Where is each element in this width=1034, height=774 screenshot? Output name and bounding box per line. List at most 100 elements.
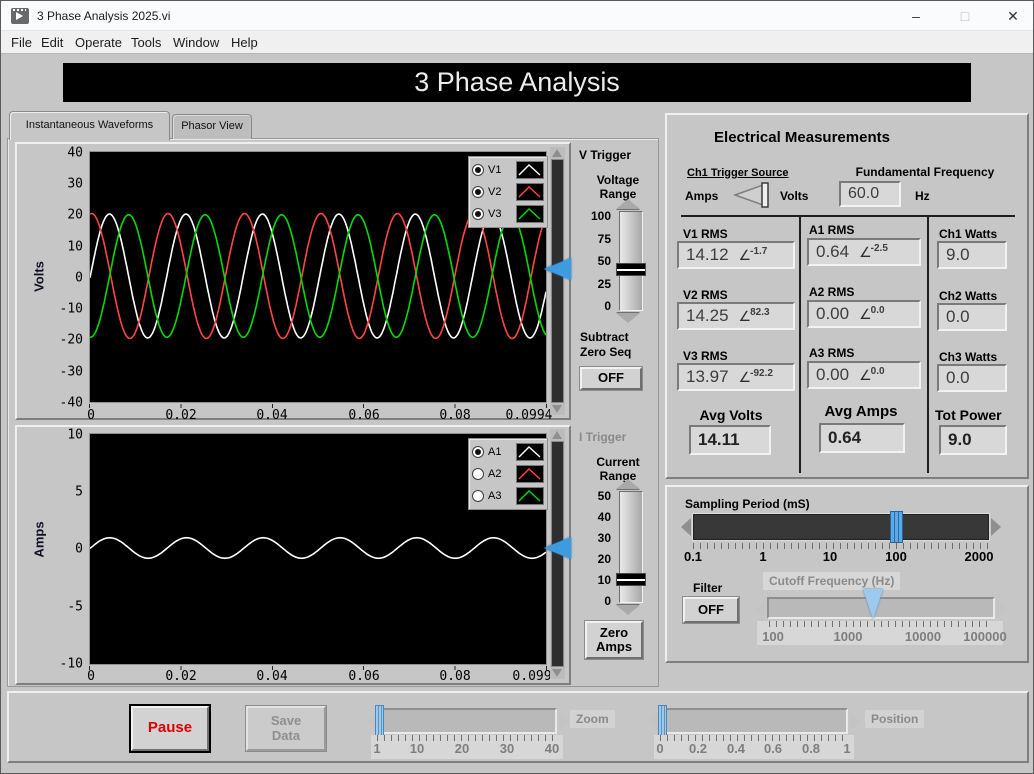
- menu-help[interactable]: Help: [227, 34, 262, 51]
- amps-trigger-level-arrow[interactable]: [544, 537, 571, 559]
- a1-visible-radio[interactable]: [472, 446, 484, 458]
- sampling-tick: 2000: [965, 549, 994, 564]
- amps-xtick: 0.02: [165, 669, 196, 684]
- a2-line-sample[interactable]: [516, 465, 544, 483]
- volts-trigger-level-arrow[interactable]: [544, 258, 571, 280]
- voltage-range-tick: 0: [583, 299, 611, 313]
- position-slider-handle[interactable]: [658, 705, 667, 737]
- current-range-tick: 40: [583, 510, 611, 524]
- zoom-slider-label: Zoom: [570, 710, 615, 728]
- tab-phasor-view[interactable]: Phasor View: [172, 114, 252, 139]
- voltage-range-decrement-icon[interactable]: [616, 313, 640, 323]
- current-range-handle[interactable]: [616, 573, 646, 586]
- menu-window[interactable]: Window: [169, 34, 223, 51]
- a3-line-sample[interactable]: [516, 487, 544, 505]
- maximize-button[interactable]: □: [943, 1, 987, 31]
- v1-rms-label: V1 RMS: [683, 227, 728, 241]
- trigger-source-switch[interactable]: [731, 182, 777, 208]
- cutoff-decrement-icon[interactable]: [755, 600, 765, 618]
- subtract-zero-seq-button[interactable]: OFF: [580, 367, 642, 390]
- scroll-up-icon[interactable]: [552, 149, 562, 157]
- volts-ytick: 10: [43, 240, 83, 255]
- minimize-button[interactable]: –: [894, 1, 938, 31]
- position-slider-label: Position: [865, 710, 924, 728]
- v1-rms-display: 14.12 ∠-1.7: [677, 241, 795, 269]
- a1-line-sample[interactable]: [516, 443, 544, 461]
- volts-x-ticks: [89, 404, 547, 408]
- menu-tools[interactable]: Tools: [127, 34, 165, 51]
- save-data-button[interactable]: Save Data: [246, 706, 326, 751]
- v3-visible-radio[interactable]: [472, 208, 484, 220]
- voltage-range-increment-icon[interactable]: [616, 199, 640, 209]
- scroll-down-icon[interactable]: [552, 669, 562, 677]
- cutoff-frequency-handle[interactable]: [863, 589, 883, 619]
- amps-y-axis-label: Amps: [32, 510, 47, 570]
- cutoff-increment-icon[interactable]: [997, 600, 1007, 618]
- labview-vi-icon: [11, 8, 29, 24]
- subtract-label-line2: Zero Seq: [580, 345, 631, 359]
- menu-file[interactable]: File: [7, 34, 36, 51]
- pause-button[interactable]: Pause: [131, 706, 209, 751]
- v-trigger-title: V Trigger: [579, 148, 631, 162]
- ch1-watts-label: Ch1 Watts: [939, 227, 997, 241]
- zero-amps-button[interactable]: Zero Amps: [585, 621, 643, 659]
- scroll-down-icon[interactable]: [552, 405, 562, 413]
- legend-row-a2: A2: [472, 463, 544, 485]
- scroll-up-icon[interactable]: [552, 431, 562, 439]
- current-range-slider[interactable]: [619, 491, 643, 603]
- legend-row-a3: A3: [472, 485, 544, 507]
- v2-rms-value: 14.25: [686, 306, 729, 326]
- hz-unit-label: Hz: [915, 189, 930, 203]
- sampling-period-handle[interactable]: [890, 511, 903, 543]
- v2-rms-angle: 82.3: [750, 307, 769, 318]
- zoom-slider[interactable]: [377, 708, 557, 734]
- volts-xtick: 0.06: [348, 408, 379, 423]
- a1-rms-label: A1 RMS: [809, 223, 854, 237]
- filter-button[interactable]: OFF: [683, 597, 739, 623]
- a2-visible-radio[interactable]: [472, 468, 484, 480]
- a3-visible-radio[interactable]: [472, 490, 484, 502]
- menu-edit[interactable]: Edit: [37, 34, 67, 51]
- zoom-decrement-icon[interactable]: [365, 712, 375, 730]
- v2-line-sample[interactable]: [516, 183, 544, 201]
- current-range-tick: 30: [583, 531, 611, 545]
- zoom-increment-icon[interactable]: [559, 712, 569, 730]
- volts-ytick: -30: [43, 365, 83, 380]
- ch2-watts-value: 0.0: [946, 307, 970, 327]
- voltage-range-handle[interactable]: [616, 263, 646, 276]
- ch2-watts-display: 0.0: [937, 303, 1007, 331]
- position-tick-strip: [654, 735, 854, 759]
- position-slider[interactable]: [660, 708, 848, 734]
- fundamental-frequency-field[interactable]: 60.0: [839, 181, 901, 207]
- tab-instantaneous-waveforms[interactable]: Instantaneous Waveforms: [9, 111, 170, 140]
- v1-visible-radio[interactable]: [472, 164, 484, 176]
- v2-visible-radio[interactable]: [472, 186, 484, 198]
- voltage-range-tick: 75: [583, 232, 611, 246]
- sampling-decrement-icon[interactable]: [681, 518, 691, 536]
- volts-ytick: 30: [43, 177, 83, 192]
- volts-legend: V1 V2 V3: [468, 156, 548, 228]
- v3-line-sample[interactable]: [516, 205, 544, 223]
- current-range-tick: 20: [583, 552, 611, 566]
- title-bar: 3 Phase Analysis 2025.vi – □ ✕: [1, 1, 1033, 31]
- v1-line-sample[interactable]: [516, 161, 544, 179]
- volts-graph-scrollbar[interactable]: [550, 147, 565, 415]
- volts-ytick: 0: [43, 271, 83, 286]
- v2-rms-label: V2 RMS: [683, 288, 728, 302]
- zoom-tick: 20: [455, 741, 469, 756]
- sampling-period-slider[interactable]: [693, 514, 989, 540]
- column-divider: [799, 217, 801, 473]
- current-range-increment-icon[interactable]: [616, 479, 640, 489]
- sampling-increment-icon[interactable]: [991, 518, 1001, 536]
- current-range-decrement-icon[interactable]: [616, 605, 640, 615]
- ch3-watts-value: 0.0: [946, 368, 970, 388]
- voltage-range-slider[interactable]: [619, 211, 643, 311]
- scrollbar-track[interactable]: [551, 159, 564, 403]
- position-decrement-icon[interactable]: [648, 712, 658, 730]
- position-increment-icon[interactable]: [850, 712, 860, 730]
- zoom-slider-handle[interactable]: [375, 705, 384, 737]
- close-button[interactable]: ✕: [991, 1, 1034, 31]
- subtract-label-line1: Subtract: [580, 330, 629, 344]
- menu-operate[interactable]: Operate: [71, 34, 126, 51]
- voltage-range-tick: 100: [583, 209, 611, 223]
